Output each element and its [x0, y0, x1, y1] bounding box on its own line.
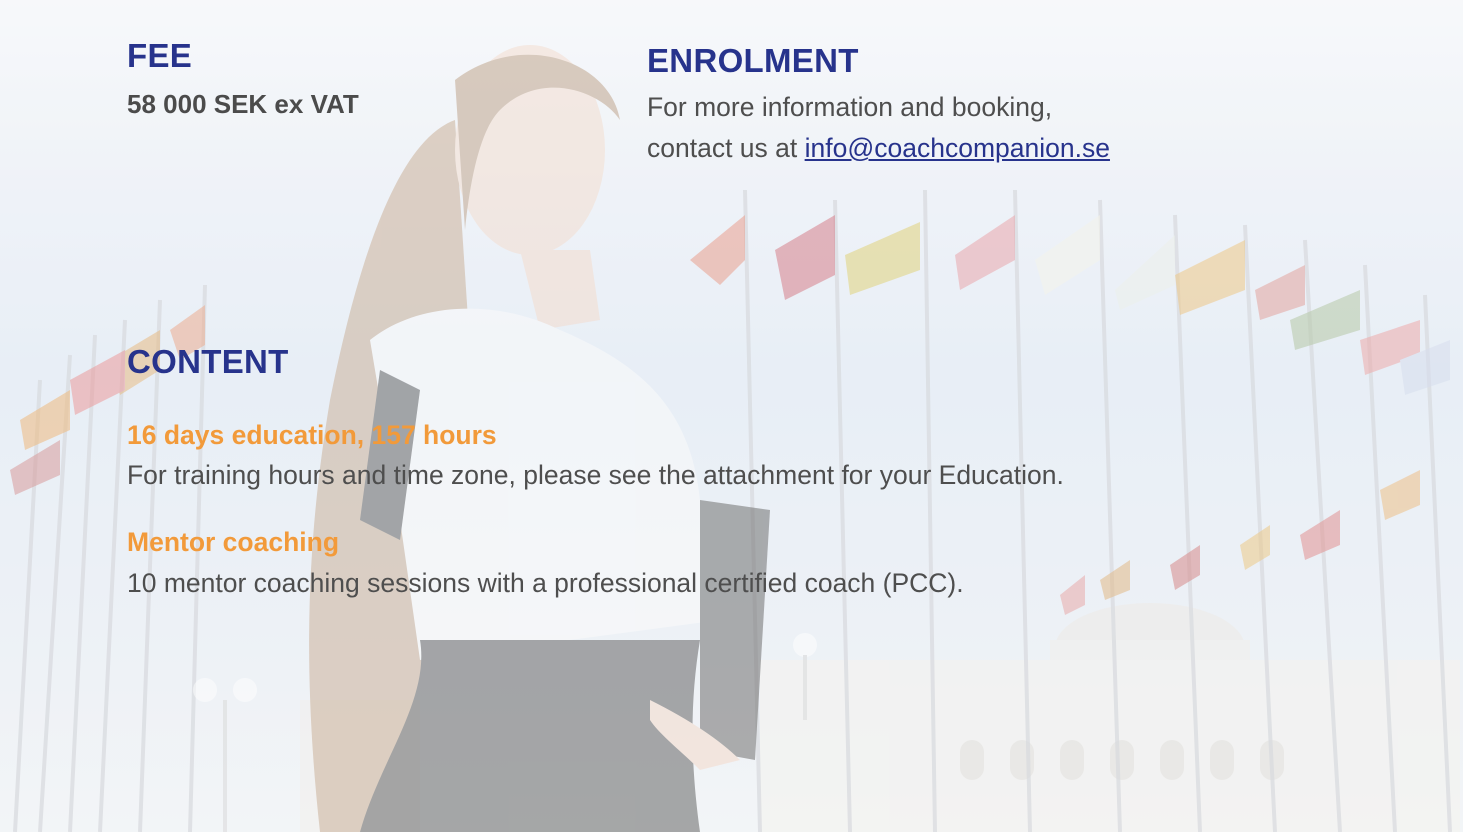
- mentor-coaching-description: 10 mentor coaching sessions with a profe…: [127, 568, 964, 598]
- background-photo: [0, 0, 1463, 832]
- education-duration-description: For training hours and time zone, please…: [127, 460, 1064, 490]
- fee-value: 58 000 SEK ex VAT: [127, 89, 359, 119]
- white-wash-overlay: [0, 0, 1463, 832]
- fee-heading: FEE: [127, 37, 193, 74]
- enrolment-contact-line: contact us at info@coachcompanion.se: [647, 133, 1110, 165]
- education-duration-title: 16 days education, 157 hours: [127, 420, 497, 450]
- content-heading: CONTENT: [127, 343, 289, 380]
- enrolment-contact-prefix: contact us at: [647, 133, 805, 163]
- enrolment-heading: ENROLMENT: [647, 42, 859, 79]
- mentor-coaching-title: Mentor coaching: [127, 527, 340, 557]
- enrolment-info-text: For more information and booking,: [647, 92, 1053, 122]
- email-link[interactable]: info@coachcompanion.se: [805, 133, 1110, 163]
